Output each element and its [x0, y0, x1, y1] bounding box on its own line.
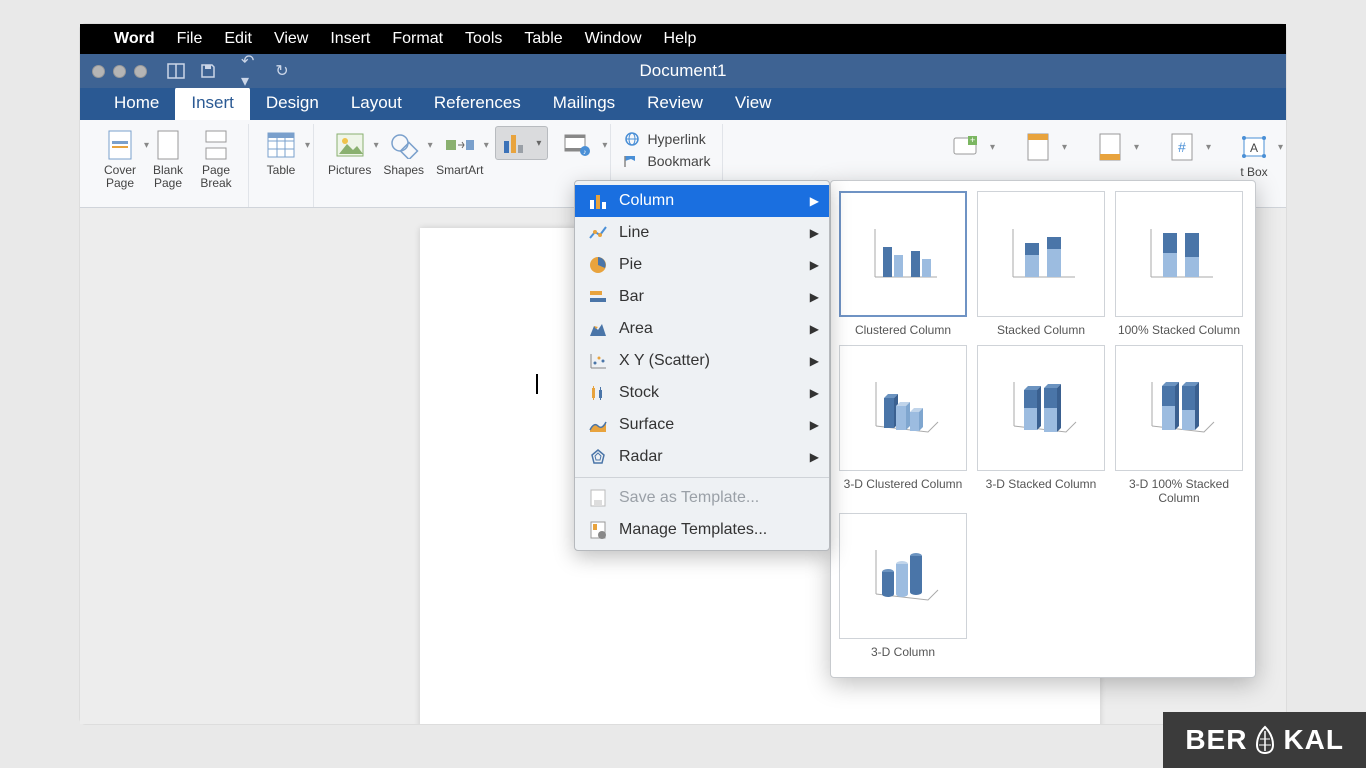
- chart-type-pie[interactable]: Pie▶: [575, 249, 829, 281]
- svg-text:#: #: [1178, 139, 1186, 155]
- manage-templates[interactable]: Manage Templates...: [575, 514, 829, 546]
- minimize-button[interactable]: [113, 65, 126, 78]
- text-cursor: [536, 374, 538, 394]
- save-icon[interactable]: [199, 62, 217, 80]
- chart-type-radar[interactable]: Radar▶: [575, 441, 829, 473]
- save-template-icon: [587, 487, 609, 509]
- stock-icon: [587, 382, 609, 404]
- media-button[interactable]: ♪▾: [554, 124, 602, 177]
- chart-icon: [502, 131, 528, 155]
- page-break-button[interactable]: Page Break: [192, 124, 240, 190]
- line-icon: [587, 222, 609, 244]
- tab-mailings[interactable]: Mailings: [537, 87, 631, 120]
- header-button[interactable]: ▾: [1014, 126, 1062, 179]
- tab-references[interactable]: References: [418, 87, 537, 120]
- hyperlink-button[interactable]: Hyperlink: [619, 128, 709, 150]
- 100-stacked-column-label: 100% Stacked Column: [1118, 323, 1240, 337]
- tab-layout[interactable]: Layout: [335, 87, 418, 120]
- clustered-column-label: Clustered Column: [855, 323, 951, 337]
- menu-edit[interactable]: Edit: [224, 30, 252, 48]
- mac-menubar: Word File Edit View Insert Format Tools …: [80, 24, 1286, 54]
- 3d-stacked-column-label: 3-D Stacked Column: [986, 477, 1097, 491]
- cover-page-button[interactable]: ▾ Cover Page: [96, 124, 144, 190]
- chart-type-bar[interactable]: Bar▶: [575, 281, 829, 313]
- menu-window[interactable]: Window: [585, 30, 642, 48]
- column-icon: [587, 190, 609, 212]
- radar-icon: [587, 446, 609, 468]
- chart-type-area[interactable]: Area▶: [575, 313, 829, 345]
- tab-insert[interactable]: Insert: [175, 87, 250, 120]
- 3d-100-stacked-column-label: 3-D 100% Stacked Column: [1129, 477, 1229, 505]
- surface-icon: [587, 414, 609, 436]
- menu-view[interactable]: View: [274, 30, 308, 48]
- redo-icon[interactable]: ↻: [273, 62, 291, 80]
- menu-format[interactable]: Format: [392, 30, 443, 48]
- stacked-column-label: Stacked Column: [997, 323, 1085, 337]
- blank-page-button[interactable]: Blank Page: [144, 124, 192, 190]
- scatter-icon: [587, 350, 609, 372]
- app-name[interactable]: Word: [114, 30, 155, 48]
- page-number-button[interactable]: #▾: [1158, 126, 1206, 179]
- pictures-button[interactable]: ▾ Pictures: [322, 124, 377, 177]
- 100-stacked-column-thumb[interactable]: [1115, 191, 1243, 317]
- clustered-column-thumb[interactable]: [839, 191, 967, 317]
- chart-type-line[interactable]: Line▶: [575, 217, 829, 249]
- layout-view-icon[interactable]: [167, 62, 185, 80]
- bar-icon: [587, 286, 609, 308]
- 3d-clustered-column-label: 3-D Clustered Column: [844, 477, 963, 491]
- tab-view[interactable]: View: [719, 87, 788, 120]
- menu-tools[interactable]: Tools: [465, 30, 502, 48]
- menu-table[interactable]: Table: [524, 30, 562, 48]
- tab-home[interactable]: Home: [98, 87, 175, 120]
- hyperlink-icon: [623, 131, 641, 147]
- titlebar: ↶ ▾ ↻ Document1: [80, 54, 1286, 88]
- 3d-column-label: 3-D Column: [871, 645, 935, 659]
- area-icon: [587, 318, 609, 340]
- text-box-button[interactable]: A▾t Box: [1230, 126, 1278, 179]
- close-button[interactable]: [92, 65, 105, 78]
- footer-button[interactable]: ▾: [1086, 126, 1134, 179]
- chart-type-menu: Column▶ Line▶ Pie▶ Bar▶ Area▶ X Y (Scatt…: [574, 180, 830, 551]
- chart-type-stock[interactable]: Stock▶: [575, 377, 829, 409]
- undo-icon[interactable]: ↶ ▾: [241, 62, 259, 80]
- table-button[interactable]: ▾ Table: [257, 124, 305, 177]
- bookmark-button[interactable]: Bookmark: [619, 150, 714, 172]
- bookmark-icon: [623, 153, 641, 169]
- stacked-column-thumb[interactable]: [977, 191, 1105, 317]
- 3d-100-stacked-column-thumb[interactable]: [1115, 345, 1243, 471]
- manage-template-icon: [587, 519, 609, 541]
- chart-type-surface[interactable]: Surface▶: [575, 409, 829, 441]
- document-title: Document1: [640, 61, 727, 81]
- svg-text:A: A: [1250, 141, 1258, 155]
- 3d-clustered-column-thumb[interactable]: [839, 345, 967, 471]
- pie-icon: [587, 254, 609, 276]
- comment-button[interactable]: +▾: [942, 126, 990, 179]
- svg-text:♪: ♪: [583, 149, 587, 156]
- menu-insert[interactable]: Insert: [330, 30, 370, 48]
- save-as-template: Save as Template...: [575, 482, 829, 514]
- 3d-column-thumb[interactable]: [839, 513, 967, 639]
- menu-file[interactable]: File: [177, 30, 203, 48]
- chart-type-scatter[interactable]: X Y (Scatter)▶: [575, 345, 829, 377]
- chart-button[interactable]: ▾: [495, 126, 548, 160]
- watermark: BER KAL: [1163, 712, 1366, 768]
- shapes-button[interactable]: ▾ Shapes: [377, 124, 430, 177]
- zoom-button[interactable]: [134, 65, 147, 78]
- watermark-icon: [1251, 725, 1279, 755]
- chart-type-column[interactable]: Column▶: [575, 185, 829, 217]
- column-chart-gallery: Clustered Column Stacked Column 100% Sta…: [830, 180, 1256, 678]
- window-controls: [80, 65, 147, 78]
- tab-review[interactable]: Review: [631, 87, 719, 120]
- 3d-stacked-column-thumb[interactable]: [977, 345, 1105, 471]
- menu-help[interactable]: Help: [664, 30, 697, 48]
- smartart-button[interactable]: ▾ SmartArt: [430, 124, 489, 177]
- ribbon-tabs: Home Insert Design Layout References Mai…: [80, 88, 1286, 120]
- tab-design[interactable]: Design: [250, 87, 335, 120]
- svg-text:+: +: [970, 135, 975, 145]
